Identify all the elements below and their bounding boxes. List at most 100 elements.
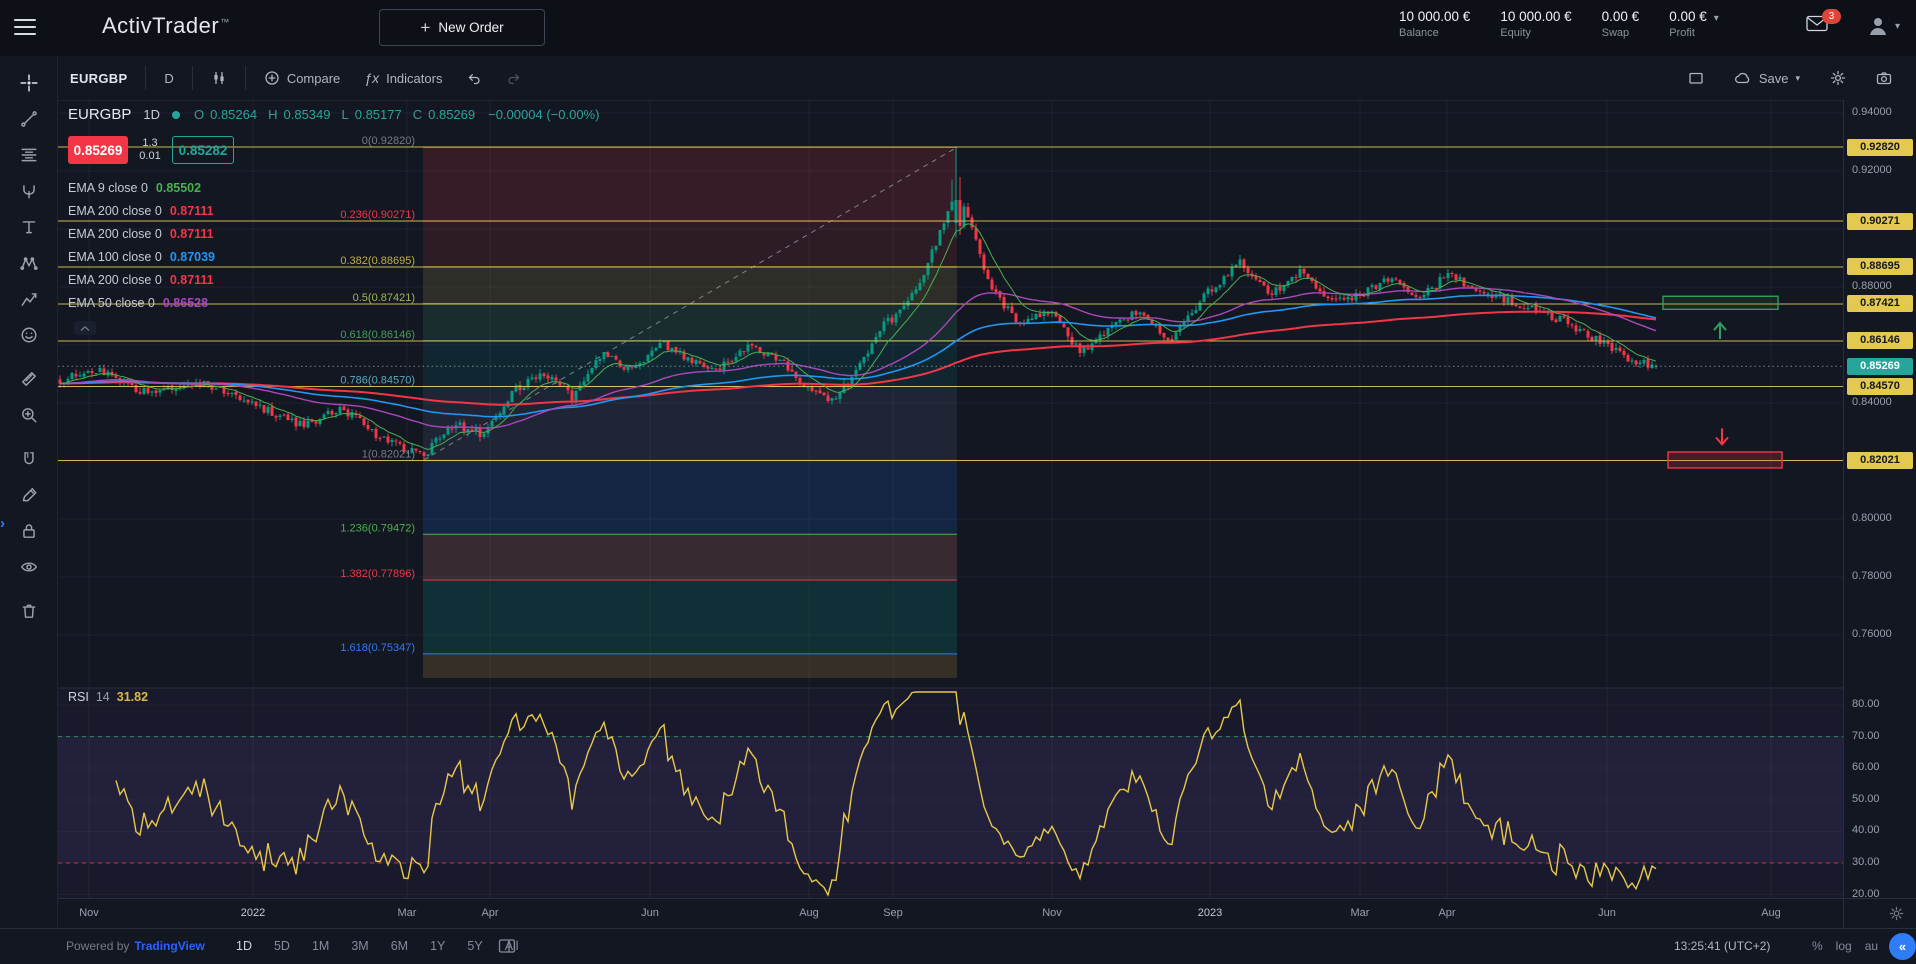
quote-panel: 0.85269 1.3 0.01 0.85282: [68, 136, 234, 164]
range-button-6m[interactable]: 6M: [391, 939, 408, 953]
chevron-down-icon: ▾: [1795, 73, 1800, 84]
clock[interactable]: 13:25:41 (UTC+2): [1674, 939, 1770, 953]
annotations: [1663, 296, 1782, 468]
legend-symbol[interactable]: EURGBP: [68, 106, 131, 123]
drawing-mode-tool[interactable]: [12, 478, 46, 512]
buy-button[interactable]: 0.85282: [172, 136, 234, 164]
settings-button[interactable]: [1818, 62, 1858, 94]
rsi-tick: 50.00: [1852, 793, 1880, 805]
fib-label: 0.382(0.88695): [340, 255, 415, 267]
ema-legend-row[interactable]: EMA 200 close 00.87111: [68, 268, 215, 291]
ema-legend-row[interactable]: EMA 200 close 00.87111: [68, 222, 215, 245]
compare-button[interactable]: Compare: [252, 62, 352, 94]
lock-all-tool[interactable]: [12, 514, 46, 548]
range-button-5d[interactable]: 5D: [274, 939, 290, 953]
text-tool[interactable]: [12, 210, 46, 244]
price-tick: 0.88000: [1852, 280, 1892, 292]
ema-legend-row[interactable]: EMA 200 close 00.87111: [68, 199, 215, 222]
layout-button[interactable]: [1676, 62, 1716, 94]
fib-label: 1(0.82021): [362, 448, 415, 460]
account-value: 0.00 €▾: [1669, 9, 1719, 24]
remove-all-tool[interactable]: [12, 594, 46, 628]
time-label: 2022: [241, 907, 265, 919]
mail-button[interactable]: 3: [1806, 15, 1836, 41]
ema-legend-row[interactable]: EMA 100 close 00.87039: [68, 245, 215, 268]
new-order-button[interactable]: + New Order: [379, 9, 545, 46]
high-label: H: [268, 107, 277, 122]
ema-name: EMA 100 close 0: [68, 250, 162, 264]
price-chart[interactable]: 0(0.92820)0.236(0.90271)0.382(0.88695)0.…: [58, 100, 1843, 898]
account-group: 0.00 €▾ Profit: [1669, 9, 1719, 39]
user-menu-button[interactable]: ▾: [1866, 14, 1900, 38]
collapse-panel-fab[interactable]: «: [1889, 933, 1916, 960]
account-label: Profit: [1669, 27, 1719, 39]
trash-icon: [20, 602, 38, 620]
magnet-tool[interactable]: [12, 442, 46, 476]
redo-button[interactable]: [494, 62, 534, 94]
fib-retracement-tool[interactable]: [12, 138, 46, 172]
range-button-1y[interactable]: 1Y: [430, 939, 445, 953]
log-toggle[interactable]: log: [1836, 939, 1852, 953]
xabcd-icon: [20, 254, 38, 272]
chevron-down-icon[interactable]: ▾: [1714, 13, 1719, 24]
percent-toggle[interactable]: %: [1812, 939, 1823, 953]
pitchfork-tool[interactable]: [12, 174, 46, 208]
lot-value[interactable]: 0.01: [139, 150, 160, 163]
hide-all-tool[interactable]: [12, 550, 46, 584]
ema-legend-row[interactable]: EMA 50 close 00.86528: [68, 291, 215, 314]
price-tick: 0.84000: [1852, 396, 1892, 408]
fib-label: 1.618(0.75347): [340, 642, 415, 654]
axis-gear-icon[interactable]: [1889, 906, 1904, 921]
circle-plus-icon: [264, 70, 280, 86]
scale-modes: % log au: [1812, 939, 1878, 953]
range-button-3m[interactable]: 3M: [351, 939, 368, 953]
tradingview-link[interactable]: TradingView: [134, 939, 204, 953]
ema-name: EMA 200 close 0: [68, 227, 162, 241]
drawing-toolbar: [0, 56, 58, 928]
emoji-tool[interactable]: [12, 318, 46, 352]
panel-expand-chevron[interactable]: ›: [0, 512, 13, 534]
account-label: Equity: [1500, 27, 1571, 39]
undo-button[interactable]: [454, 62, 494, 94]
save-button[interactable]: Save ▾: [1722, 62, 1812, 94]
zoom-in-tool[interactable]: [12, 398, 46, 432]
powered-by: Powered byTradingView: [66, 939, 205, 953]
fib-label: 1.382(0.77896): [340, 568, 415, 580]
range-button-5y[interactable]: 5Y: [467, 939, 482, 953]
fx-icon: ƒx: [364, 70, 379, 86]
chart-type-button[interactable]: [199, 62, 239, 94]
mail-badge: 3: [1822, 9, 1841, 24]
arrow-down-marker: [1716, 428, 1728, 444]
measure-tool[interactable]: [12, 362, 46, 396]
toolbar-separator: [245, 66, 246, 90]
trend-line-tool[interactable]: [12, 102, 46, 136]
crosshair-tool[interactable]: [12, 66, 46, 100]
legend-collapse-button[interactable]: [74, 321, 96, 335]
range-button-1d[interactable]: 1D: [236, 939, 252, 953]
account-summary: 10 000.00 €Balance10 000.00 €Equity0.00 …: [1399, 9, 1719, 39]
indicators-button[interactable]: ƒx Indicators: [352, 62, 454, 94]
legend-interval[interactable]: 1D: [143, 107, 160, 122]
fib-retracement-icon: [20, 146, 38, 164]
symbol-button[interactable]: EURGBP: [58, 62, 139, 94]
price-scale[interactable]: 0.940000.920000.880000.840000.800000.780…: [1843, 100, 1916, 898]
auto-toggle[interactable]: au: [1865, 939, 1878, 953]
candles-icon: [211, 70, 227, 86]
projection-tool[interactable]: [12, 282, 46, 316]
text-icon: [20, 218, 38, 236]
range-button-1m[interactable]: 1M: [312, 939, 329, 953]
time-axis[interactable]: Nov2022MarAprJunAugSepNov2023MarAprJunAu…: [58, 898, 1843, 929]
account-value: 10 000.00 €: [1399, 9, 1470, 24]
new-order-label: New Order: [438, 20, 503, 35]
popup-icon[interactable]: [498, 938, 516, 954]
pitchfork-icon: [20, 182, 38, 200]
interval-button[interactable]: D: [152, 62, 185, 94]
ema-value: 0.86528: [163, 296, 208, 310]
high-value: 0.85349: [284, 107, 331, 122]
snapshot-button[interactable]: [1864, 62, 1904, 94]
ema-legend-row[interactable]: EMA 9 close 00.85502: [68, 176, 215, 199]
sell-button[interactable]: 0.85269: [68, 136, 128, 164]
xabcd-pattern-tool[interactable]: [12, 246, 46, 280]
menu-icon[interactable]: [14, 19, 36, 37]
crosshair-icon: [20, 74, 38, 92]
